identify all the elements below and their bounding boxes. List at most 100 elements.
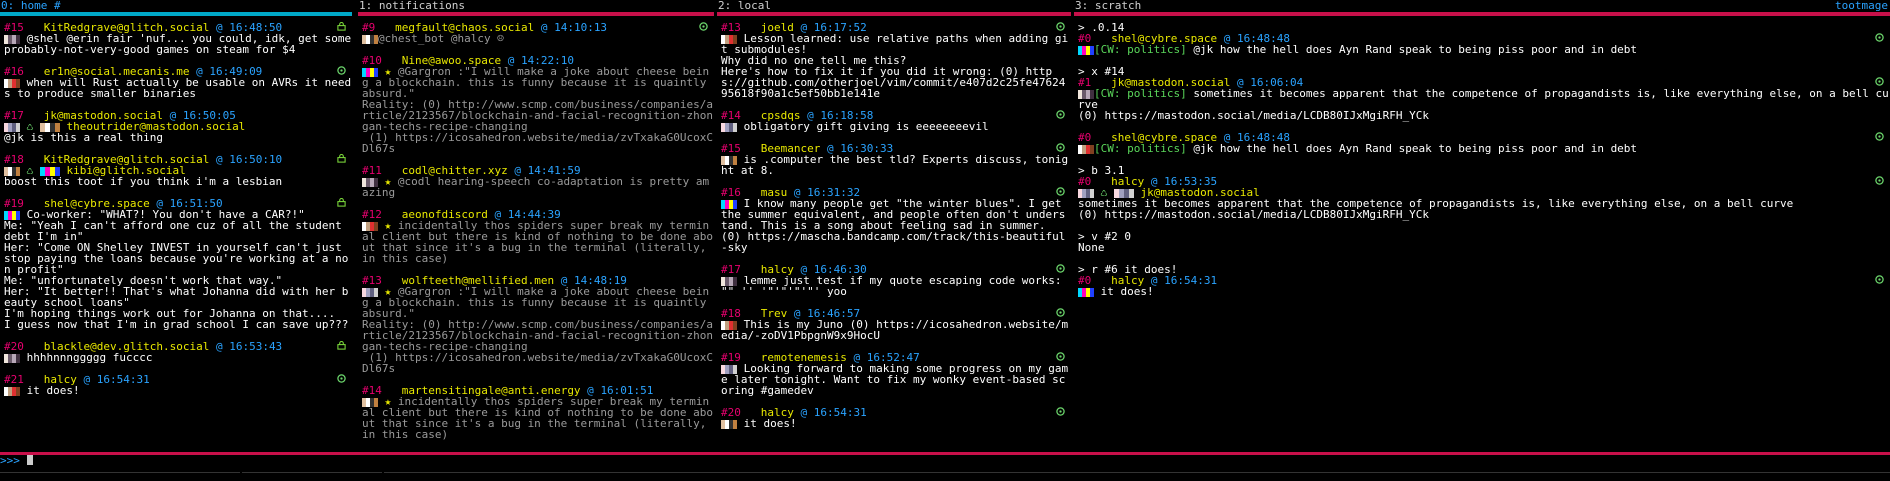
post-body: Lesson learned: use relative paths when … [721, 33, 1071, 99]
list-item[interactable]: #19 shel@cybre.space @ 16:51:50 Co-worke… [4, 198, 352, 330]
post-text: lemme just test if my quote escaping cod… [721, 274, 1069, 298]
post-author[interactable]: shel@cybre.space [1111, 33, 1217, 44]
post-text: @jk how the hell does Ayn Rand speak to … [1186, 43, 1638, 56]
list-item[interactable]: #11 codl@chitter.xyz @ 14:41:59 ★ @codl … [362, 165, 714, 198]
list-item[interactable]: > r #6 it does! #0 halcy @ 16:54:31 it do… [1078, 264, 1890, 297]
post-number: #19 [4, 198, 24, 209]
avatar [4, 210, 20, 220]
list-item[interactable]: #19 remotenemesis @ 16:52:47 Looking for… [721, 352, 1071, 396]
list-item[interactable]: #16 er1n@social.mecanis.me @ 16:49:09 wh… [4, 66, 352, 99]
post-number: #20 [721, 407, 741, 418]
post-author[interactable]: remotenemesis [761, 352, 847, 363]
post-author[interactable]: halcy [1111, 275, 1144, 286]
list-item[interactable]: #12 aeonofdiscord @ 14:44:39 ★ incidenta… [362, 209, 714, 264]
list-item[interactable]: #20 blackle@dev.glitch.social @ 16:53:43… [4, 341, 352, 363]
post-body: when will Rust actually be usable on AVR… [4, 77, 352, 99]
post-body: ★ @Gargron :"I will make a joke about ch… [362, 66, 714, 154]
post-author[interactable]: aeonofdiscord [402, 209, 488, 220]
post-author[interactable]: halcy [44, 374, 77, 385]
post-author[interactable]: KitRedgrave@glitch.social [44, 22, 210, 33]
post-text: @Gargron :"I will make a joke about chee… [362, 65, 713, 155]
list-item[interactable]: > x #14 #1 jk@mastodon.social @ 16:06:04[… [1078, 66, 1890, 121]
post-author[interactable]: Beemancer [761, 143, 821, 154]
reply-icon [1875, 176, 1884, 185]
post-author[interactable]: masu [761, 187, 788, 198]
content-warning[interactable]: [CW: politics] [1094, 142, 1187, 155]
pane-title[interactable]: 1: notifications [358, 0, 714, 12]
list-item[interactable]: #20 halcy @ 16:54:31 it does! [721, 407, 1071, 429]
post-body: This is my Juno (0) https://icosahedron.… [721, 319, 1071, 341]
post-author[interactable]: martensitingale@anti.energy [402, 385, 581, 396]
avatar [362, 221, 378, 231]
post-author[interactable]: megfault@chaos.social [395, 22, 534, 33]
post-author[interactable]: jk@mastodon.social [1111, 77, 1230, 88]
post-text: incidentally thos spiders super break my… [362, 395, 713, 441]
list-item[interactable]: #16 masu @ 16:31:32 I know many people g… [721, 187, 1071, 253]
post-text: it does! [1094, 285, 1154, 298]
list-item[interactable]: #21 halcy @ 16:54:31 it does! [4, 374, 352, 396]
post-author[interactable]: er1n@social.mecanis.me [44, 66, 190, 77]
post-author[interactable]: jk@mastodon.social [44, 110, 163, 121]
avatar [721, 122, 737, 132]
avatar [1078, 188, 1094, 198]
list-item[interactable]: #13 joeld @ 16:17:52 Lesson learned: use… [721, 22, 1071, 99]
post-text: @Gargron :"I will make a joke about chee… [362, 285, 713, 375]
post-author[interactable]: shel@cybre.space [44, 198, 150, 209]
post-author[interactable]: codl@chitter.xyz [402, 165, 508, 176]
reply-icon [337, 66, 346, 75]
post-body: [CW: politics] @jk how the hell does Ayn… [1078, 143, 1890, 154]
reply-icon [699, 22, 708, 31]
list-item[interactable]: #10 Nine@awoo.space @ 14:22:10 ★ @Gargro… [362, 55, 714, 154]
post-timestamp: 16:54:31 [1164, 275, 1218, 286]
post-body: [CW: politics] @jk how the hell does Ayn… [1078, 44, 1890, 55]
post-timestamp: 16:30:33 [840, 143, 894, 154]
post-timestamp: 16:52:47 [866, 352, 920, 363]
pane-0: 0: home # #15 KitRedgrave@glitch.social @… [0, 0, 352, 454]
post-text: sometimes it becomes apparent that the c… [1078, 197, 1794, 221]
list-item[interactable]: > b 3.1 #0 halcy @ 16:53:35 ♺ jk@mastodon… [1078, 165, 1890, 220]
list-item[interactable]: > v #2 0 None [1078, 231, 1890, 253]
list-item[interactable]: #13 wolfteeth@mellified.men @ 14:48:19 ★… [362, 275, 714, 374]
post-timestamp: 16:46:57 [807, 308, 861, 319]
post-number: #0 [1078, 33, 1092, 44]
post-author[interactable]: Trev [761, 308, 788, 319]
post-timestamp: 14:22:10 [520, 55, 574, 66]
post-author[interactable]: blackle@dev.glitch.social [44, 341, 210, 352]
list-item[interactable]: #9 megfault@chaos.social @ 14:10:13 @ches… [362, 22, 714, 44]
list-item[interactable]: #14 martensitingale@anti.energy @ 16:01:… [362, 385, 714, 440]
post-author[interactable]: halcy [1111, 176, 1144, 187]
list-item[interactable]: #14 cpsdqs @ 16:18:58 obligatory gift gi… [721, 110, 1071, 132]
post-author[interactable]: shel@cybre.space [1111, 132, 1217, 143]
pane-title[interactable]: 2: local [717, 0, 1071, 12]
post-author[interactable]: Nine@awoo.space [402, 55, 501, 66]
list-item[interactable]: > .0.14 #0 shel@cybre.space @ 16:48:48 [CW… [1078, 22, 1890, 55]
post-author[interactable]: wolfteeth@mellified.men [402, 275, 554, 286]
post-author[interactable]: joeld [761, 22, 794, 33]
command-input[interactable]: >>> [0, 452, 1890, 467]
list-item[interactable]: #17 jk@mastodon.social @ 16:50:05 ♺ theo… [4, 110, 352, 143]
post-text: it does! [20, 384, 80, 397]
avatar [362, 67, 378, 77]
post-number: #11 [362, 165, 382, 176]
post-author[interactable]: halcy [761, 264, 794, 275]
list-item[interactable]: #0 shel@cybre.space @ 16:48:48 [CW: polit… [1078, 132, 1890, 154]
list-item[interactable]: #17 halcy @ 16:46:30 lemme just test if … [721, 264, 1071, 297]
post-number: #17 [721, 264, 741, 275]
post-number: #18 [4, 154, 24, 165]
list-item[interactable]: #15 Beemancer @ 16:30:33 is .computer th… [721, 143, 1071, 176]
content-warning[interactable]: [CW: politics] [1094, 43, 1187, 56]
post-author[interactable]: halcy [761, 407, 794, 418]
pane-title[interactable]: 3: scratch tootmage [1074, 0, 1890, 12]
avatar [39, 166, 60, 176]
pane-title[interactable]: 0: home # [0, 0, 352, 12]
post-body: ♺ kibi@glitch.social boost this toot if … [4, 165, 352, 187]
post-author[interactable]: cpsdqs [761, 110, 801, 121]
list-item[interactable]: #18 Trev @ 16:46:57 This is my Juno (0) … [721, 308, 1071, 341]
list-item[interactable]: #18 KitRedgrave@glitch.social @ 16:50:10… [4, 154, 352, 187]
reply-icon [1056, 187, 1065, 196]
content-warning[interactable]: [CW: politics] [1094, 87, 1187, 100]
avatar [362, 287, 378, 297]
post-author[interactable]: KitRedgrave@glitch.social [44, 154, 210, 165]
command-echo: > b 3.1 [1078, 165, 1125, 176]
list-item[interactable]: #15 KitRedgrave@glitch.social @ 16:48:50… [4, 22, 352, 55]
